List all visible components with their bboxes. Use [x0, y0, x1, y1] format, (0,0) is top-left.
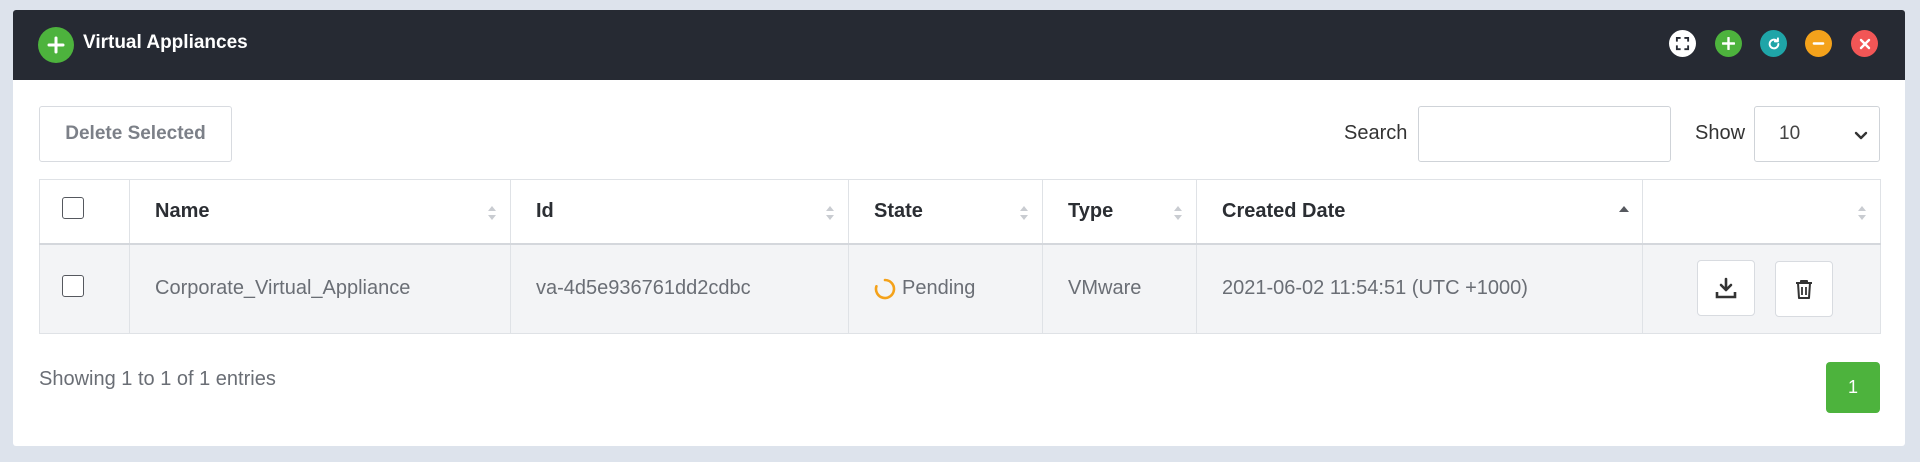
spinner-icon	[874, 278, 896, 300]
search-input[interactable]	[1418, 106, 1671, 162]
plus-icon	[47, 36, 65, 54]
virtual-appliances-panel: Virtual Appliances Delete Selected Searc…	[13, 10, 1905, 446]
plus-icon	[1722, 37, 1735, 50]
column-label: Type	[1068, 199, 1114, 222]
search-label: Search	[1344, 122, 1408, 144]
sort-icon	[1020, 206, 1028, 220]
cell-created-date: 2021-06-02 11:54:51 (UTC +1000)	[1196, 243, 1643, 334]
sort-icon	[488, 206, 496, 220]
column-label: Name	[155, 199, 210, 222]
appliances-table: Name Id State Type Created Date Corporat…	[39, 179, 1881, 334]
panel-title: Virtual Appliances	[83, 32, 248, 53]
chevron-down-icon	[1854, 131, 1868, 140]
delete-button[interactable]	[1774, 261, 1833, 318]
expand-button[interactable]	[1669, 30, 1696, 57]
table-header-row: Name Id State Type Created Date	[39, 179, 1881, 245]
select-all-cell	[39, 179, 130, 245]
close-button[interactable]	[1851, 30, 1878, 57]
row-select-cell	[39, 243, 130, 334]
column-label: Created Date	[1222, 199, 1346, 222]
page-size-value: 10	[1779, 123, 1801, 144]
expand-icon	[1675, 36, 1690, 51]
add-appliance-button[interactable]	[38, 27, 74, 63]
download-button[interactable]	[1697, 260, 1755, 317]
row-checkbox[interactable]	[62, 274, 84, 297]
column-header-created-date[interactable]: Created Date	[1196, 179, 1643, 245]
sort-icon	[826, 206, 834, 220]
delete-selected-button[interactable]: Delete Selected	[39, 106, 232, 162]
cell-type: VMware	[1042, 243, 1197, 334]
entries-info: Showing 1 to 1 of 1 entries	[39, 368, 276, 390]
column-label: Id	[536, 199, 554, 222]
page-size-select[interactable]: 10	[1754, 106, 1880, 162]
trash-icon	[1795, 280, 1812, 300]
column-header-actions	[1642, 179, 1881, 245]
sort-icon	[1174, 206, 1182, 220]
minus-icon	[1812, 42, 1825, 45]
refresh-button[interactable]	[1760, 30, 1787, 57]
close-icon	[1859, 38, 1870, 49]
table-row: Corporate_Virtual_Appliance va-4d5e93676…	[39, 243, 1881, 334]
cell-actions	[1642, 243, 1881, 334]
sort-icon	[1858, 206, 1866, 220]
column-header-type[interactable]: Type	[1042, 179, 1197, 245]
show-label: Show	[1695, 122, 1746, 144]
minimize-button[interactable]	[1805, 30, 1832, 57]
sort-ascending-icon	[1619, 206, 1629, 212]
pagination-page-1[interactable]: 1	[1826, 362, 1880, 413]
panel-header: Virtual Appliances	[13, 10, 1905, 80]
column-header-state[interactable]: State	[848, 179, 1043, 245]
column-header-name[interactable]: Name	[129, 179, 511, 245]
select-all-checkbox[interactable]	[62, 197, 84, 220]
state-label: Pending	[902, 277, 976, 300]
cell-state: Pending	[848, 243, 1043, 334]
download-icon	[1715, 277, 1737, 299]
column-label: State	[874, 199, 923, 222]
refresh-icon	[1768, 36, 1779, 49]
header-add-button[interactable]	[1715, 30, 1742, 57]
cell-id: va-4d5e936761dd2cdbc	[510, 243, 849, 334]
cell-name: Corporate_Virtual_Appliance	[129, 243, 511, 334]
column-header-id[interactable]: Id	[510, 179, 849, 245]
